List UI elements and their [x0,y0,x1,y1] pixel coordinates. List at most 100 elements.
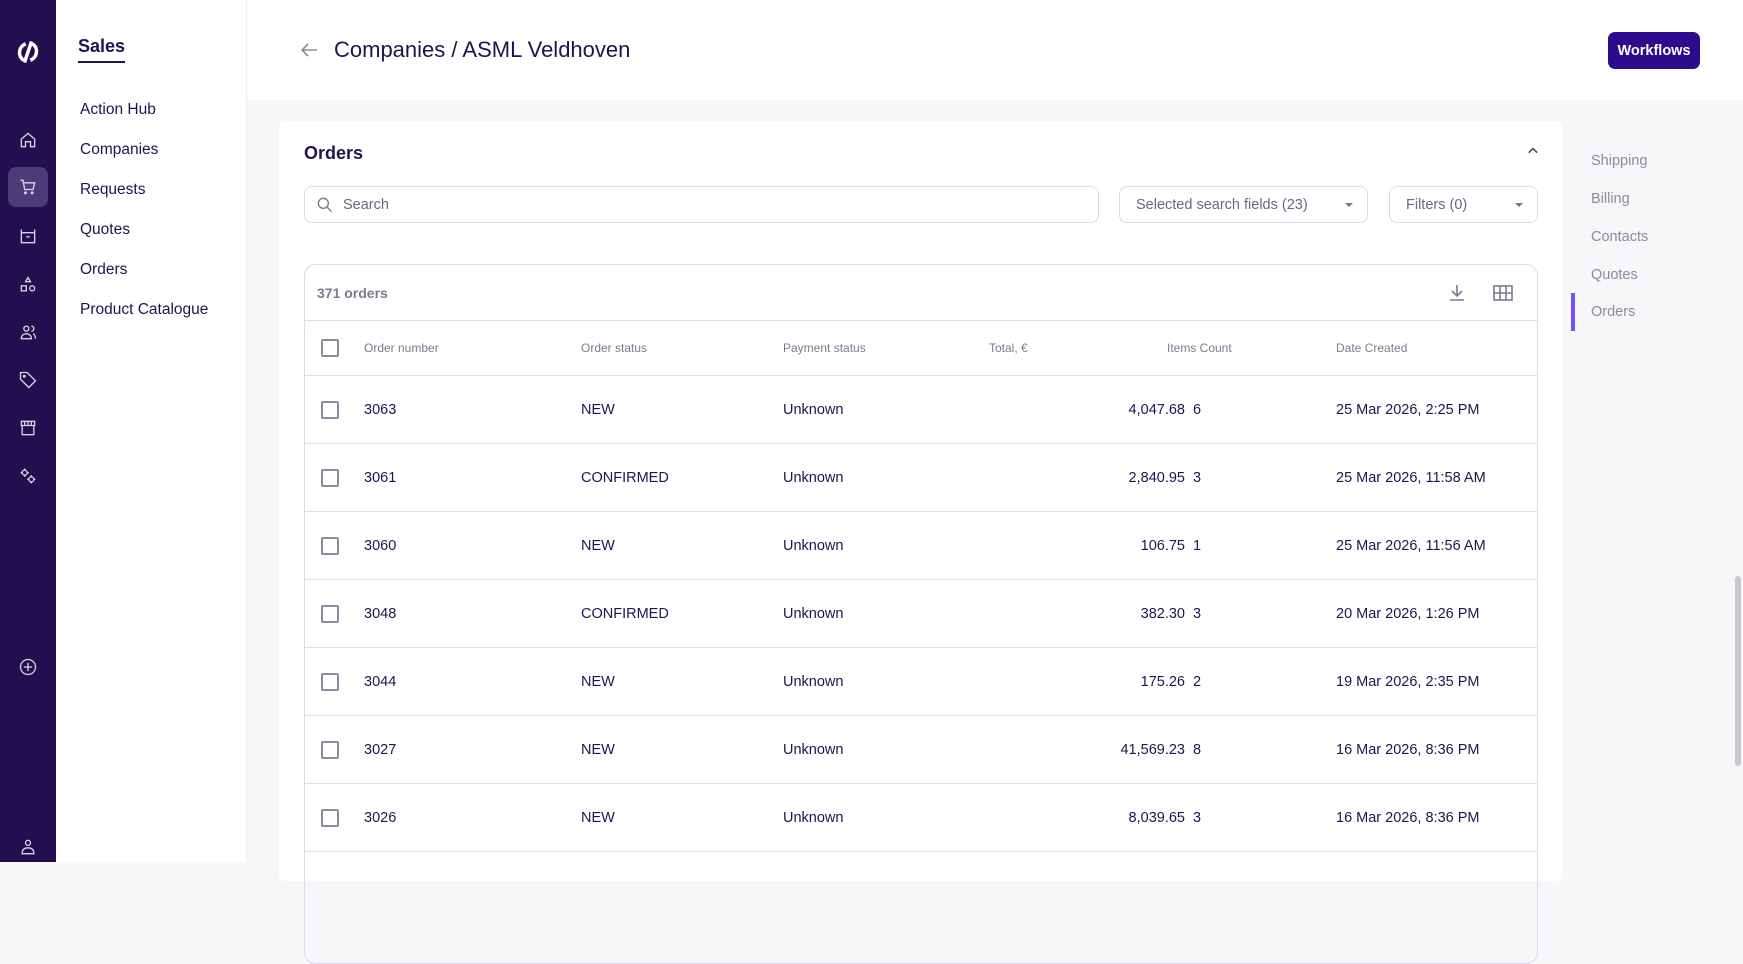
cell-payment-status: Unknown [783,673,844,690]
cell-payment-status: Unknown [783,401,844,418]
cell-order-status: NEW [581,809,615,826]
settings-icon[interactable] [8,456,48,496]
cell-date-created: 25 Mar 2026, 2:25 PM [1336,401,1480,418]
cell-order-status: CONFIRMED [581,469,669,486]
cell-items-count: 1 [1193,537,1202,554]
tag-icon[interactable] [8,360,48,400]
section-nav-quotes[interactable]: Quotes [1591,267,1638,283]
table-row[interactable]: 3027 NEW Unknown 41,569.23 8 16 Mar 2026, 8:3… [305,716,1537,784]
shapes-icon[interactable] [8,265,48,305]
cell-order-number: 3027 [364,741,397,758]
columns-grid-icon[interactable] [1491,281,1515,305]
scrollbar[interactable] [1735,576,1741,766]
sidebar-item-orders[interactable]: Orders [80,261,127,279]
chevron-up-icon[interactable] [1523,141,1543,161]
cell-payment-status: Unknown [783,537,844,554]
col-payment-status[interactable]: Payment status [783,341,866,355]
table-row[interactable]: 3026 NEW Unknown 8,039.65 3 16 Mar 2026, 8:36… [305,784,1537,852]
cell-order-status: NEW [581,537,615,554]
row-checkbox[interactable] [321,400,339,419]
cell-order-number: 3026 [364,809,397,826]
cell-total: 175.26 [1140,673,1185,690]
table-row[interactable]: 3048 CONFIRMED Unknown 382.30 3 20 Mar 2026, … [305,580,1537,648]
cell-total: 382.30 [1140,605,1185,622]
cell-order-status: NEW [581,401,615,418]
row-checkbox[interactable] [321,468,339,487]
cell-items-count: 6 [1193,401,1202,418]
cell-date-created: 20 Mar 2026, 1:26 PM [1336,605,1480,622]
col-order-number[interactable]: Order number [364,341,439,355]
section-nav-shipping[interactable]: Shipping [1591,153,1647,169]
orders-card: Orders Search Selected search fields (23… [279,121,1562,964]
sidebar-item-product-catalogue[interactable]: Product Catalogue [80,301,208,319]
workflows-button[interactable]: Workflows [1608,32,1700,69]
cell-date-created: 19 Mar 2026, 2:35 PM [1336,673,1480,690]
add-icon[interactable] [8,647,48,687]
cart-icon[interactable] [8,167,48,207]
cell-items-count: 3 [1193,605,1202,622]
cell-payment-status: Unknown [783,469,844,486]
cell-payment-status: Unknown [783,605,844,622]
cell-order-status: NEW [581,741,615,758]
cell-order-number: 3060 [364,537,397,554]
sidebar-item-action-hub[interactable]: Action Hub [80,101,156,119]
col-order-status[interactable]: Order status [581,341,647,355]
download-icon[interactable] [1445,281,1469,305]
cell-total: 41,569.23 [1120,741,1185,758]
search-fields-label: Selected search fields (23) [1136,196,1308,213]
filters-select[interactable]: Filters (0) [1389,186,1538,223]
col-items-count[interactable]: Items Count [1167,341,1232,355]
table-row[interactable]: 3061 CONFIRMED Unknown 2,840.95 3 25 Mar 2026… [305,444,1537,512]
sidebar-item-companies[interactable]: Companies [80,141,158,159]
table-row[interactable]: 3060 NEW Unknown 106.75 1 25 Mar 2026, 11:56 … [305,512,1537,580]
section-sidebar: Sales Action Hub Companies Requests Quot… [56,0,247,862]
caret-down-icon [1515,203,1523,207]
row-checkbox[interactable] [321,536,339,555]
cell-order-status: CONFIRMED [581,605,669,622]
cell-total: 8,039.65 [1128,809,1185,826]
row-checkbox[interactable] [321,672,339,691]
search-placeholder: Search [343,196,389,213]
search-icon [317,197,333,212]
search-input[interactable]: Search [304,186,1099,223]
cell-date-created: 25 Mar 2026, 11:56 AM [1336,537,1486,554]
users-icon[interactable] [8,312,48,352]
cell-order-number: 3044 [364,673,397,690]
cell-date-created: 16 Mar 2026, 8:36 PM [1336,809,1480,826]
profile-icon[interactable] [8,827,48,867]
logo-icon[interactable] [8,32,48,72]
col-total[interactable]: Total, € [989,341,1028,355]
section-nav-orders[interactable]: Orders [1591,304,1635,320]
row-checkbox[interactable] [321,808,339,827]
orders-table: 371 orders Order number Order status Pay… [304,264,1538,964]
section-title: Orders [304,143,364,163]
sidebar-item-quotes[interactable]: Quotes [80,221,130,239]
col-date-created[interactable]: Date Created [1336,341,1407,355]
cell-order-number: 3061 [364,469,397,486]
section-nav-billing[interactable]: Billing [1591,191,1630,207]
cell-payment-status: Unknown [783,741,844,758]
home-icon[interactable] [8,120,48,160]
back-arrow-icon[interactable] [297,38,321,62]
orders-count: 371 orders [317,285,388,301]
cell-order-number: 3063 [364,401,397,418]
box-icon[interactable] [8,216,48,256]
cell-items-count: 8 [1193,741,1202,758]
sidebar-item-requests[interactable]: Requests [80,181,145,199]
store-icon[interactable] [8,408,48,448]
table-toolbar: 371 orders [305,265,1537,321]
row-checkbox[interactable] [321,604,339,623]
icon-rail [0,0,56,862]
active-indicator [1571,293,1575,331]
cell-date-created: 16 Mar 2026, 8:36 PM [1336,741,1480,758]
cell-order-status: NEW [581,673,615,690]
section-nav-contacts[interactable]: Contacts [1591,229,1648,245]
page-header: Companies / ASML Veldhoven Workflows [247,0,1743,100]
cell-payment-status: Unknown [783,809,844,826]
filters-label: Filters (0) [1406,196,1468,213]
search-fields-select[interactable]: Selected search fields (23) [1119,186,1368,223]
select-all-checkbox[interactable] [321,339,339,357]
table-row[interactable]: 3044 NEW Unknown 175.26 2 19 Mar 2026, 2:35 P… [305,648,1537,716]
row-checkbox[interactable] [321,740,339,759]
table-row[interactable]: 3063 NEW Unknown 4,047.68 6 25 Mar 2026, 2:25… [305,376,1537,444]
